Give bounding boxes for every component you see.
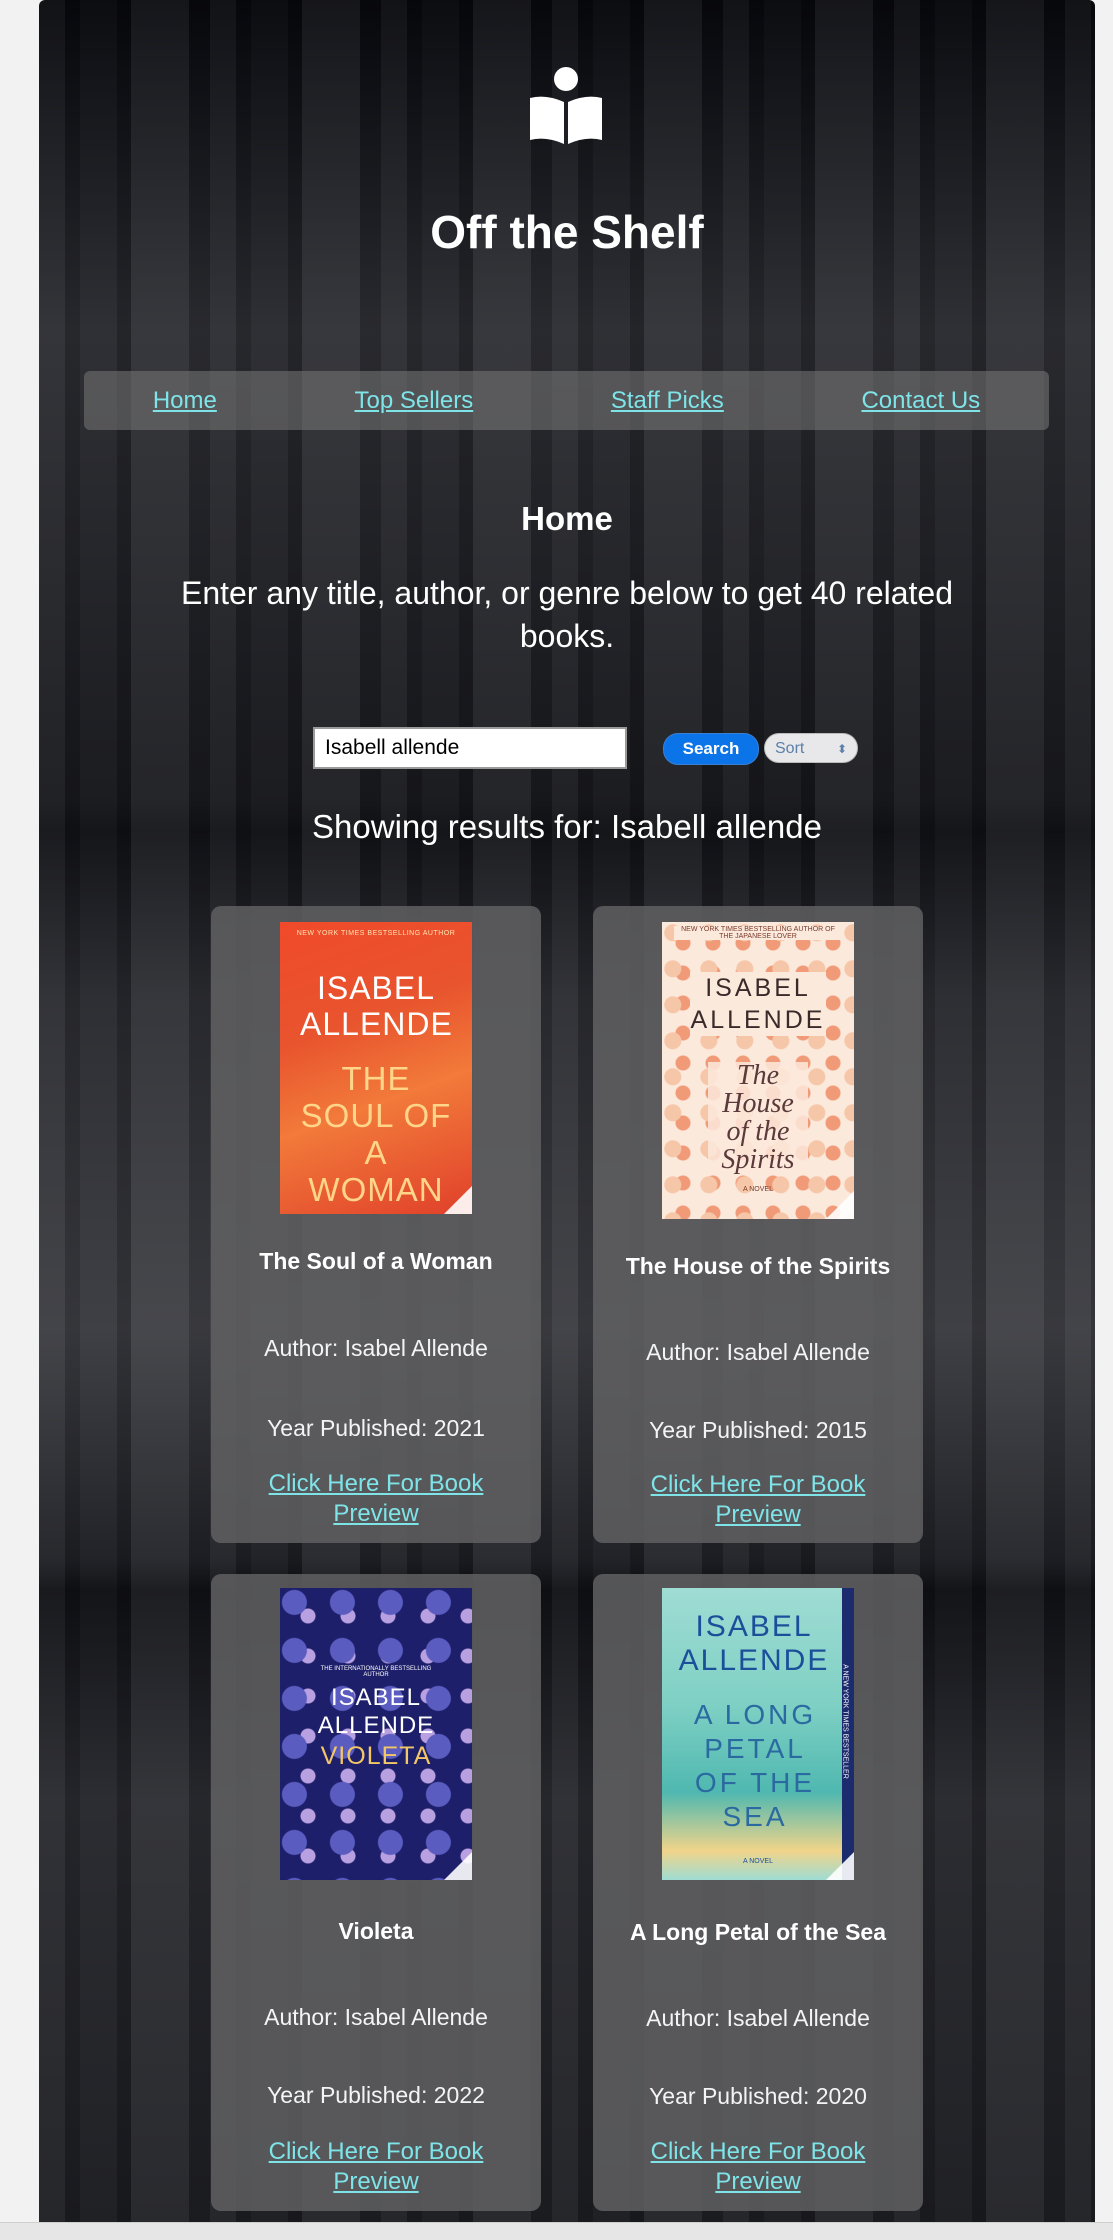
book-author: Author: Isabel Allende — [646, 1339, 870, 1365]
search-input[interactable]: Isabell allende — [313, 727, 627, 769]
site-title: Off the Shelf — [430, 206, 704, 258]
nav-link-top-sellers[interactable]: Top Sellers — [354, 387, 473, 415]
book-card: NEW YORK TIMES BESTSELLING AUTHOR ISABEL… — [211, 906, 541, 1543]
book-preview-link[interactable]: Click Here For Book Preview — [633, 1470, 883, 1530]
cover-tagline: NEW YORK TIMES BESTSELLING AUTHOR OF THE… — [674, 926, 842, 940]
book-title: The Soul of a Woman — [259, 1248, 493, 1274]
sort-select[interactable]: Sort ⬍ — [764, 733, 858, 763]
book-preview-link[interactable]: Click Here For Book Preview — [633, 2137, 883, 2197]
book-author: Author: Isabel Allende — [264, 2004, 488, 2030]
book-year: Year Published: 2015 — [649, 1417, 867, 1443]
book-title: The House of the Spirits — [625, 1253, 891, 1279]
book-preview-link[interactable]: Click Here For Book Preview — [251, 2137, 501, 2197]
intro-text: Enter any title, author, or genre below … — [180, 575, 954, 654]
page-curl-icon — [826, 1191, 854, 1219]
nav-link-home[interactable]: Home — [153, 387, 217, 415]
book-cover[interactable]: NEW YORK TIMES BESTSELLING AUTHOR ISABEL… — [280, 922, 472, 1214]
cover-title: A LONG PETAL OF THE SEA — [693, 1699, 817, 1832]
sort-select-label: Sort — [775, 740, 805, 757]
book-cover[interactable]: THE INTERNATIONALLY BESTSELLING AUTHOR I… — [280, 1588, 472, 1880]
page-curl-icon — [826, 1852, 854, 1880]
book-year: Year Published: 2022 — [267, 2082, 485, 2108]
book-reader-icon — [530, 67, 602, 144]
book-year: Year Published: 2021 — [267, 1415, 485, 1441]
nav-link-staff-picks[interactable]: Staff Picks — [611, 387, 724, 415]
book-title: Violeta — [338, 1918, 414, 1944]
page-heading: Home — [521, 500, 613, 537]
book-author: Author: Isabel Allende — [264, 1335, 488, 1361]
cover-title: VIOLETA — [320, 1742, 432, 1770]
horizontal-scrollbar[interactable] — [0, 2222, 1113, 2240]
results-label: Showing results for: Isabell allende — [312, 808, 822, 845]
search-button[interactable]: Search — [663, 733, 759, 765]
cover-tagline: NEW YORK TIMES BESTSELLING AUTHOR — [296, 930, 456, 937]
book-cover[interactable]: NEW YORK TIMES BESTSELLING AUTHOR OF THE… — [662, 922, 854, 1219]
main-nav: Home Top Sellers Staff Picks Contact Us — [84, 371, 1049, 430]
chevron-up-down-icon: ⬍ — [836, 742, 847, 756]
cover-author: ISABEL ALLENDE — [678, 1610, 830, 1677]
book-card: THE INTERNATIONALLY BESTSELLING AUTHOR I… — [211, 1574, 541, 2211]
book-author: Author: Isabel Allende — [646, 2005, 870, 2031]
cover-author: ISABEL ALLENDE — [300, 970, 453, 1042]
cover-title: The House of the Spirits — [708, 1062, 808, 1174]
cover-tagline: A NEW YORK TIMES BESTSELLER — [841, 1664, 849, 1779]
book-year: Year Published: 2020 — [649, 2083, 867, 2109]
book-preview-link[interactable]: Click Here For Book Preview — [251, 1469, 501, 1529]
book-card: A NEW YORK TIMES BESTSELLER ISABEL ALLEN… — [593, 1574, 923, 2211]
book-cover[interactable]: A NEW YORK TIMES BESTSELLER ISABEL ALLEN… — [662, 1588, 854, 1880]
book-title: A Long Petal of the Sea — [629, 1919, 886, 1945]
page-curl-icon — [444, 1852, 472, 1880]
page-curl-icon — [444, 1186, 472, 1214]
cover-title: THE SOUL OF A WOMAN — [300, 1060, 452, 1208]
app-window: Off the Shelf Home Top Sellers Staff Pic… — [39, 0, 1095, 2222]
cover-tagline: THE INTERNATIONALLY BESTSELLING AUTHOR — [320, 1666, 432, 1678]
cover-author: ISABEL ALLENDE — [690, 972, 826, 1036]
book-card: NEW YORK TIMES BESTSELLING AUTHOR OF THE… — [593, 906, 923, 1543]
cover-author: ISABEL ALLENDE — [317, 1684, 435, 1739]
nav-link-contact-us[interactable]: Contact Us — [861, 387, 980, 415]
